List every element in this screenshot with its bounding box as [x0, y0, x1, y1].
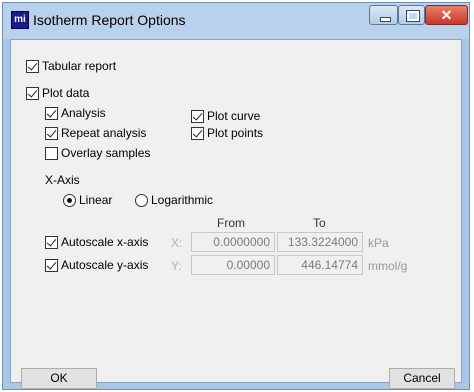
- y-axis-field-label: Y:: [171, 259, 182, 273]
- repeat-analysis-label[interactable]: Repeat analysis: [61, 126, 146, 140]
- title-bar[interactable]: mi Isotherm Report Options ✕: [3, 3, 469, 39]
- ok-button[interactable]: OK: [21, 368, 97, 389]
- maximize-button[interactable]: [398, 5, 425, 25]
- dialog-client-area: Tabular report Plot data Analysis Repeat…: [10, 39, 462, 389]
- close-icon: ✕: [440, 7, 453, 23]
- tabular-report-label[interactable]: Tabular report: [42, 59, 116, 73]
- minimize-button[interactable]: [369, 5, 398, 25]
- y-from-field[interactable]: 0.00000: [191, 255, 275, 275]
- logarithmic-label[interactable]: Logarithmic: [151, 193, 213, 207]
- plot-curve-label[interactable]: Plot curve: [207, 109, 260, 123]
- y-unit-label: mmol/g: [368, 259, 408, 273]
- plot-curve-checkbox[interactable]: [191, 110, 204, 123]
- analysis-checkbox[interactable]: [45, 107, 58, 120]
- logarithmic-radio[interactable]: [135, 194, 148, 207]
- tabular-report-checkbox[interactable]: [26, 60, 39, 73]
- x-unit-label: kPa: [368, 236, 389, 250]
- cancel-button[interactable]: Cancel: [389, 368, 455, 389]
- x-axis-heading: X-Axis: [45, 173, 80, 187]
- plot-data-label[interactable]: Plot data: [42, 86, 89, 100]
- to-column-header: To: [313, 216, 326, 230]
- linear-radio[interactable]: [63, 194, 76, 207]
- autoscale-y-label[interactable]: Autoscale y-axis: [61, 258, 148, 272]
- close-button[interactable]: ✕: [425, 5, 468, 25]
- autoscale-y-checkbox[interactable]: [45, 259, 58, 272]
- window-title: Isotherm Report Options: [33, 12, 186, 28]
- from-column-header: From: [217, 216, 245, 230]
- repeat-analysis-checkbox[interactable]: [45, 127, 58, 140]
- x-to-field[interactable]: 133.3224000: [277, 232, 363, 252]
- autoscale-x-checkbox[interactable]: [45, 236, 58, 249]
- x-from-field[interactable]: 0.0000000: [191, 232, 275, 252]
- linear-label[interactable]: Linear: [79, 193, 112, 207]
- plot-points-label[interactable]: Plot points: [207, 126, 263, 140]
- maximize-icon: [406, 10, 420, 22]
- overlay-samples-label[interactable]: Overlay samples: [61, 146, 150, 160]
- y-to-field[interactable]: 446.14774: [277, 255, 363, 275]
- app-icon: mi: [11, 11, 29, 29]
- autoscale-x-label[interactable]: Autoscale x-axis: [61, 235, 148, 249]
- plot-points-checkbox[interactable]: [191, 127, 204, 140]
- x-axis-field-label: X:: [171, 236, 183, 250]
- plot-data-checkbox[interactable]: [26, 87, 39, 100]
- dialog-window: mi Isotherm Report Options ✕ Tabular rep…: [2, 2, 470, 390]
- analysis-label[interactable]: Analysis: [61, 106, 106, 120]
- minimize-icon: [380, 17, 391, 22]
- overlay-samples-checkbox[interactable]: [45, 147, 58, 160]
